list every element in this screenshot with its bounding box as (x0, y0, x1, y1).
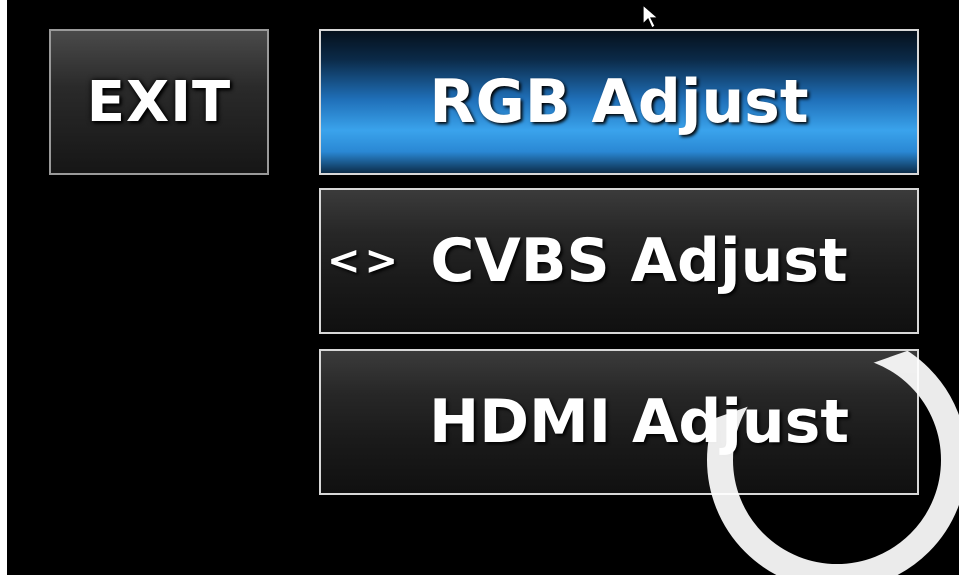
exit-label: EXIT (86, 69, 232, 135)
cvbs-adjust-label: CVBS Adjust (430, 226, 848, 296)
rgb-adjust-button[interactable]: RGB Adjust (319, 29, 919, 175)
hdmi-adjust-label: HDMI Adjust (429, 387, 849, 457)
mouse-pointer-icon (642, 4, 660, 29)
hdmi-adjust-button[interactable]: HDMI Adjust (319, 349, 919, 495)
screen: EXIT RGB Adjust <> CVBS Adjust HDMI Adju… (7, 0, 959, 575)
selector-arrows-icon: <> (327, 238, 403, 284)
cvbs-adjust-button[interactable]: <> CVBS Adjust (319, 188, 919, 334)
exit-button[interactable]: EXIT (49, 29, 269, 175)
rgb-adjust-label: RGB Adjust (429, 67, 809, 137)
